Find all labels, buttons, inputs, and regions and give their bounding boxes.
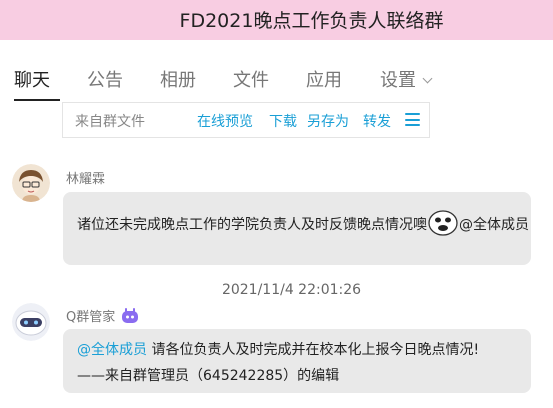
avatar[interactable]: [12, 164, 50, 202]
download-link[interactable]: 下载: [269, 111, 297, 131]
avatar[interactable]: [12, 303, 50, 341]
forward-link[interactable]: 转发: [363, 111, 391, 131]
file-source-label: 来自群文件: [75, 114, 145, 130]
tab-files[interactable]: 文件: [233, 66, 269, 92]
sender-name-label: Q群管家: [66, 310, 116, 325]
active-tab-indicator: [14, 99, 60, 101]
message-bubble[interactable]: @全体成员 请各位负责人及时完成并在校本化上报今日晚点情况! ——来自群管理员（…: [63, 329, 531, 393]
mention-all[interactable]: @全体成员: [459, 217, 529, 233]
title-bar: FD2021晚点工作负责人联络群: [0, 0, 553, 40]
message-footer: ——来自群管理员（645242285）的编辑: [77, 368, 340, 384]
save-as-link[interactable]: 另存为: [307, 111, 349, 131]
sender-name[interactable]: 林耀霖: [66, 168, 105, 187]
tab-chat[interactable]: 聊天: [14, 66, 50, 92]
tab-bar: 聊天 公告 相册 文件 应用 设置: [0, 40, 553, 102]
tab-album[interactable]: 相册: [160, 66, 196, 92]
preview-online-link[interactable]: 在线预览: [197, 111, 253, 131]
menu-icon[interactable]: [405, 113, 420, 126]
message-text: 诸位还未完成晚点工作的学院负责人及时反馈晚点情况噢 @全体成员: [77, 210, 529, 236]
message-text: @全体成员 请各位负责人及时完成并在校本化上报今日晚点情况!: [77, 339, 479, 359]
tab-apps[interactable]: 应用: [306, 66, 342, 92]
group-title: FD2021晚点工作负责人联络群: [179, 10, 444, 32]
chevron-down-icon: [422, 73, 433, 84]
sticker-face-icon: [428, 210, 458, 236]
message-line: 诸位还未完成晚点工作的学院负责人及时反馈晚点情况噢: [77, 217, 427, 233]
tab-announcement[interactable]: 公告: [87, 66, 123, 92]
sender-name[interactable]: Q群管家: [66, 306, 139, 325]
tab-settings[interactable]: 设置: [380, 66, 433, 92]
message-timestamp: 2021/11/4 22:01:26: [221, 282, 362, 298]
bot-badge-icon: [122, 308, 139, 323]
message-bubble[interactable]: 诸位还未完成晚点工作的学院负责人及时反馈晚点情况噢 @全体成员: [63, 192, 531, 265]
mention-all[interactable]: @全体成员: [77, 342, 147, 358]
message-line: 请各位负责人及时完成并在校本化上报今日晚点情况!: [147, 342, 480, 358]
file-message-bar: 来自群文件 在线预览 下载 另存为 转发: [62, 102, 430, 138]
tab-settings-label: 设置: [380, 70, 416, 91]
